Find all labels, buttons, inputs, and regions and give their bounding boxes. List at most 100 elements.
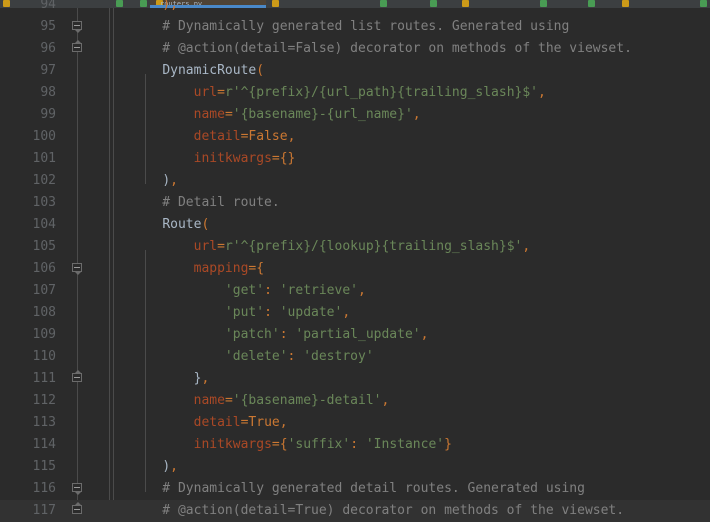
code-line[interactable]: 112 name='{basename}-detail', [0,390,710,412]
code-line[interactable]: 101 initkwargs={} [0,148,710,170]
token-kw: True [248,415,280,430]
code-line[interactable]: 108 'put': 'update', [0,302,710,324]
token-pun: , [279,415,288,430]
code-line[interactable]: 98 url=r'^{prefix}/{url_path}{trailing_s… [0,82,710,104]
token-arg: initkwargs [193,437,272,452]
token-pun: , [170,173,178,188]
token-id [272,283,280,298]
token-pun: ( [256,63,265,78]
code-text[interactable]: detail=False, [131,126,296,148]
code-line[interactable]: 96 # @action(detail=False) decorator on … [0,38,710,60]
code-text[interactable]: name='{basename}-detail', [131,390,390,412]
token-cm: # Dynamically generated detail routes. G… [131,481,585,496]
token-arg: name [193,107,225,122]
line-number: 99 [40,107,56,122]
token-str: 'get' [224,283,265,298]
code-text[interactable]: initkwargs={'suffix': 'Instance'} [131,434,452,456]
code-text[interactable]: url=r'^{prefix}/{url_path}{trailing_slas… [131,82,546,104]
token-pun: ( [201,217,210,232]
code-text[interactable]: }, [131,368,210,390]
line-number: 102 [32,173,56,188]
code-text[interactable]: # Dynamically generated detail routes. G… [131,478,585,500]
token-id [272,305,280,320]
code-text[interactable]: # Detail route. [131,192,280,214]
token-pun: {} [279,151,296,166]
code-line[interactable]: 116 # Dynamically generated detail route… [0,478,710,500]
token-pun: : [264,283,272,298]
fold-minus [74,377,80,378]
code-line[interactable]: 103 # Detail route. [0,192,710,214]
code-line[interactable]: 117 # @action(detail=True) decorator on … [0,500,710,522]
token-pun: ), [162,0,178,12]
code-line[interactable]: 100 detail=False, [0,126,710,148]
fold-down-icon[interactable] [71,482,84,495]
token-pun: , [358,283,366,298]
code-text[interactable]: 'patch': 'partial_update', [131,324,429,346]
code-line[interactable]: 111 }, [0,368,710,390]
line-number: 112 [32,393,56,408]
line-number: 100 [32,129,56,144]
token-pun: { [279,437,288,452]
token-pun: , [201,371,210,386]
code-text[interactable]: # @action(detail=False) decorator on met… [131,38,632,60]
code-line[interactable]: 105 url=r'^{prefix}/{lookup}{trailing_sl… [0,236,710,258]
code-text[interactable]: mapping={ [131,258,264,280]
line-number: 101 [32,151,56,166]
code-text[interactable]: 'put': 'update', [131,302,350,324]
code-line[interactable]: 115 ), [0,456,710,478]
line-number: 96 [40,41,56,56]
code-line[interactable]: 114 initkwargs={'suffix': 'Instance'} [0,434,710,456]
code-line[interactable]: 113 detail=True, [0,412,710,434]
code-text[interactable]: url=r'^{prefix}/{lookup}{trailing_slash}… [131,236,531,258]
token-id [131,261,194,276]
token-id [131,327,225,342]
code-text[interactable]: DynamicRoute( [131,60,264,82]
fold-tip [75,492,81,495]
code-line[interactable]: 102 ), [0,170,710,192]
fold-up-icon[interactable] [71,502,84,517]
code-text[interactable]: initkwargs={} [131,148,296,170]
fold-up-icon[interactable] [71,40,84,55]
token-cm: # Detail route. [131,195,280,210]
line-number: 113 [32,415,56,430]
code-line[interactable]: 95 # Dynamically generated list routes. … [0,16,710,38]
code-line[interactable]: 109 'patch': 'partial_update', [0,324,710,346]
token-id [131,437,194,452]
code-text[interactable]: ), [131,0,178,16]
code-text[interactable]: # @action(detail=True) decorator on meth… [131,500,624,522]
code-text[interactable]: Route( [131,214,209,236]
code-text[interactable]: ), [131,170,178,192]
code-line[interactable]: 99 name='{basename}-{url_name}', [0,104,710,126]
code-line[interactable]: 104 Route( [0,214,710,236]
fold-down-icon[interactable] [71,20,84,33]
line-number: 108 [32,305,56,320]
code-line[interactable]: 110 'delete': 'destroy' [0,346,710,368]
token-cm: # Dynamically generated list routes. Gen… [131,19,570,34]
code-text[interactable]: name='{basename}-{url_name}', [131,104,421,126]
fold-down-icon[interactable] [71,262,84,275]
code-line[interactable]: 97 DynamicRoute( [0,60,710,82]
code-text[interactable]: 'delete': 'destroy' [131,346,374,368]
token-str: '{basename}-detail' [232,393,382,408]
code-text[interactable]: # Dynamically generated list routes. Gen… [131,16,569,38]
code-text[interactable]: ), [131,456,178,478]
token-str: 'delete' [224,349,288,364]
code-line[interactable]: 106 mapping={ [0,258,710,280]
code-line[interactable]: 107 'get': 'retrieve', [0,280,710,302]
fold-minus [74,25,80,26]
line-number: 110 [32,349,56,364]
line-number: 115 [32,459,56,474]
fold-up-icon[interactable] [71,370,84,385]
code-line[interactable]: 94 ), [0,0,710,16]
code-text[interactable]: 'get': 'retrieve', [131,280,366,302]
code-text[interactable]: detail=True, [131,412,288,434]
token-str: 'put' [224,305,265,320]
token-str: r'^{prefix}/{lookup}{trailing_slash}$' [224,239,523,254]
token-pun: = [271,437,280,452]
token-id [131,63,162,78]
code-editor[interactable]: 94 ), 95 # Dynamically generated list rou… [0,0,710,522]
token-id [131,85,194,100]
line-number: 97 [40,63,56,78]
token-id [131,459,162,474]
line-number: 95 [40,19,56,34]
